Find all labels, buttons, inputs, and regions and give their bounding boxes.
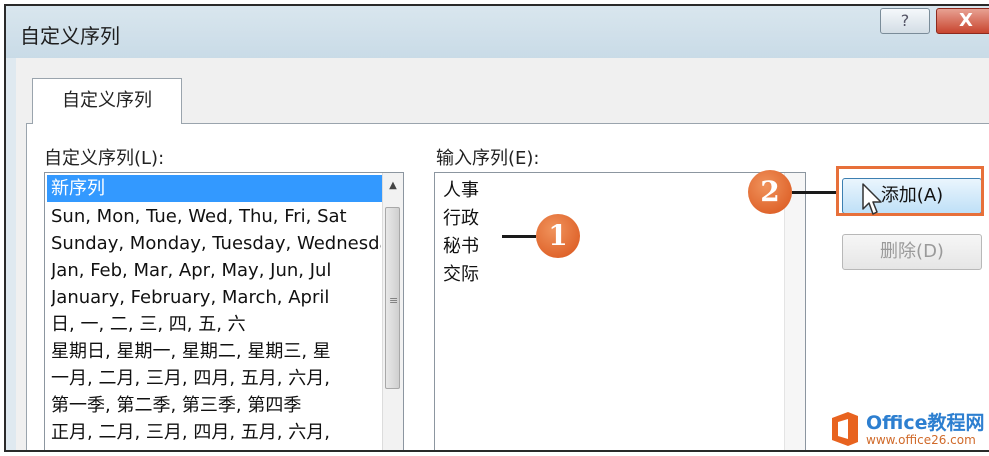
delete-button[interactable]: 删除(D) [842, 234, 982, 270]
custom-lists-dialog: 自定义序列 ? X 自定义序列 自定义序列(L): 新序列 Sun, Mon, … [4, 4, 989, 452]
list-item[interactable]: 第一季, 第二季, 第三季, 第四季 [51, 392, 381, 419]
entry-line: 行政 [443, 208, 479, 229]
list-entries-label: 输入序列(E): [436, 148, 540, 169]
office-logo-icon [832, 412, 858, 446]
entry-line: 秘书 [443, 236, 479, 257]
list-item[interactable]: Sun, Mon, Tue, Wed, Thu, Fri, Sat [51, 203, 381, 230]
dialog-title: 自定义序列 [20, 24, 120, 48]
list-item-new-list[interactable]: 新序列 [47, 175, 383, 202]
grip-icon: ≡ [389, 294, 399, 307]
tab-custom-lists[interactable]: 自定义序列 [32, 78, 182, 124]
list-item[interactable]: 星期日, 星期一, 星期二, 星期三, 星 [51, 338, 381, 365]
help-button[interactable]: ? [880, 8, 930, 34]
add-button-highlight [836, 166, 984, 216]
list-item[interactable]: 一月, 二月, 三月, 四月, 五月, 六月, [51, 365, 381, 392]
list-item[interactable]: Jan, Feb, Mar, Apr, May, Jun, Jul [51, 257, 381, 284]
list-entries-textarea[interactable]: 人事 行政 秘书 交际 [434, 172, 806, 450]
list-item[interactable]: Sunday, Monday, Tuesday, Wednesday [51, 230, 381, 257]
watermark-title: Office教程网 [866, 412, 985, 434]
mouse-cursor-icon [862, 183, 882, 215]
close-button[interactable]: X [936, 8, 989, 34]
close-icon: X [959, 10, 973, 31]
list-item[interactable]: 正月, 二月, 三月, 四月, 五月, 六月, [51, 419, 381, 446]
listbox-scrollbar[interactable]: ▲ ≡ [382, 173, 403, 450]
custom-lists-label: 自定义序列(L): [44, 148, 165, 169]
watermark: Office教程网 www.office26.com [826, 408, 986, 454]
list-item[interactable]: 日, 一, 二, 三, 四, 五, 六 [51, 311, 381, 338]
custom-lists-listbox[interactable]: 新序列 Sun, Mon, Tue, Wed, Thu, Fri, Sat Su… [44, 172, 404, 450]
scrollbar-thumb[interactable]: ≡ [385, 207, 400, 389]
scroll-up-arrow-icon[interactable]: ▲ [383, 177, 403, 195]
callout-1-line [502, 235, 536, 238]
title-bar: 自定义序列 [6, 6, 989, 58]
callout-2: 2 [748, 170, 792, 214]
help-icon: ? [900, 11, 910, 30]
entry-line: 交际 [443, 264, 479, 285]
watermark-url: www.office26.com [866, 433, 976, 447]
entry-line: 人事 [443, 180, 479, 201]
textarea-scrollbar[interactable] [784, 173, 805, 450]
callout-1: 1 [536, 214, 580, 258]
callout-2-line [792, 191, 836, 194]
list-item[interactable]: January, February, March, April [51, 284, 381, 311]
